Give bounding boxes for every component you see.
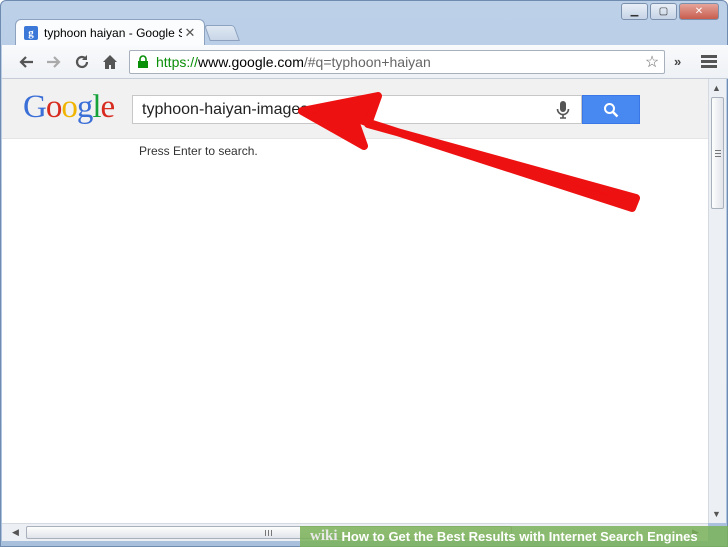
watermark-banner: wiki How to Get the Best Results with In… [300, 526, 728, 547]
watermark-text: How to Get the Best Results with Interne… [341, 529, 698, 544]
wikihow-logo: wiki [310, 528, 338, 544]
red-arrow-annotation [298, 92, 640, 212]
arrow-shape [298, 92, 640, 212]
